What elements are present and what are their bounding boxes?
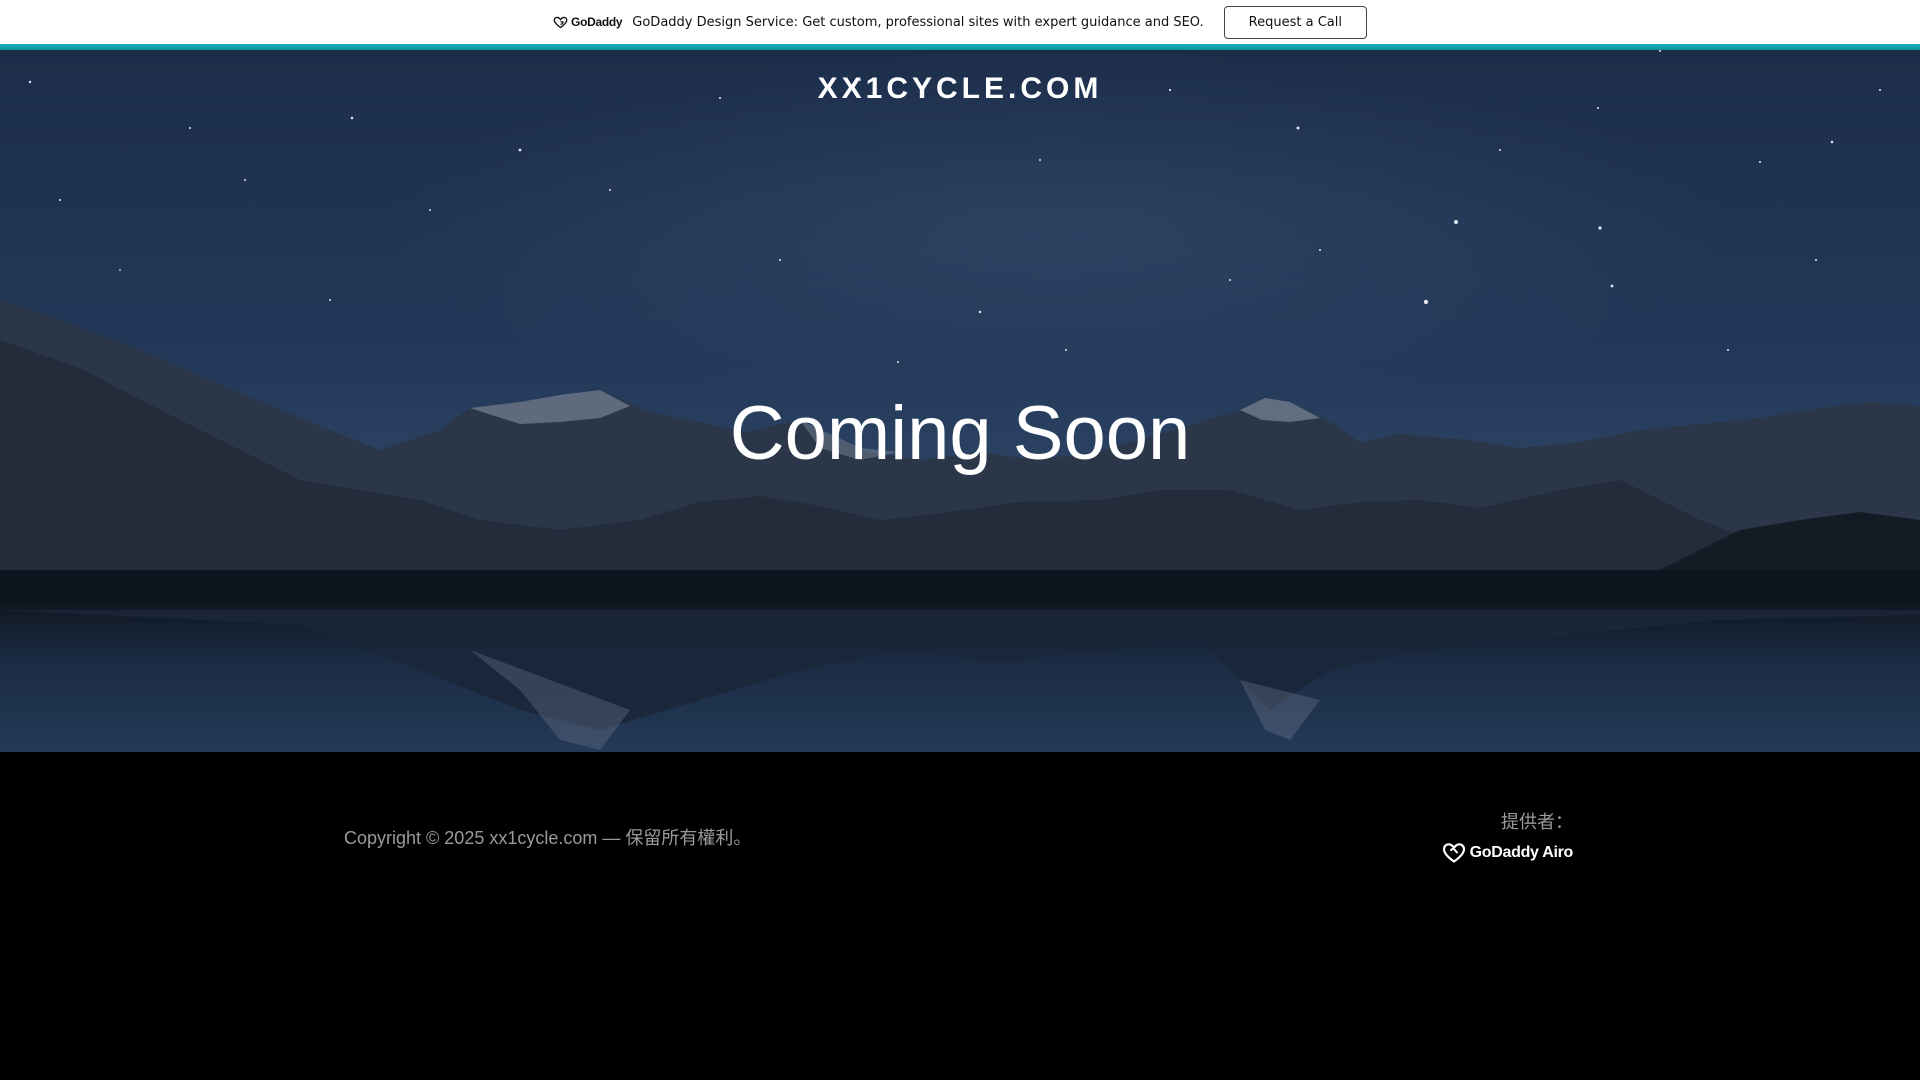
godaddy-logo-text: GoDaddy <box>571 15 623 29</box>
promo-banner: GoDaddy GoDaddy Design Service: Get cust… <box>0 0 1920 44</box>
powered-by: 提供者： GoDaddy Airo <box>1442 808 1573 864</box>
godaddy-airo-icon <box>1442 843 1465 863</box>
hero-section: XX1CYCLE.COM Coming Soon <box>0 50 1920 752</box>
godaddy-heart-icon <box>553 16 568 28</box>
request-call-button[interactable]: Request a Call <box>1223 5 1367 39</box>
godaddy-logo: GoDaddy <box>553 15 623 29</box>
godaddy-airo-logo-text: GoDaddy Airo <box>1469 844 1574 861</box>
godaddy-airo-logo-link[interactable]: GoDaddy Airo <box>1442 842 1573 864</box>
coming-soon-heading: Coming Soon <box>729 391 1191 476</box>
copyright-text: Copyright © 2025 xx1cycle.com — 保留所有權利。 <box>344 828 752 848</box>
promo-message: GoDaddy Design Service: Get custom, prof… <box>632 14 1204 30</box>
site-title-link[interactable]: XX1CYCLE.COM <box>0 72 1920 106</box>
footer: Copyright © 2025 xx1cycle.com — 保留所有權利。 … <box>0 752 1920 1080</box>
powered-by-label: 提供者： <box>1501 812 1573 832</box>
